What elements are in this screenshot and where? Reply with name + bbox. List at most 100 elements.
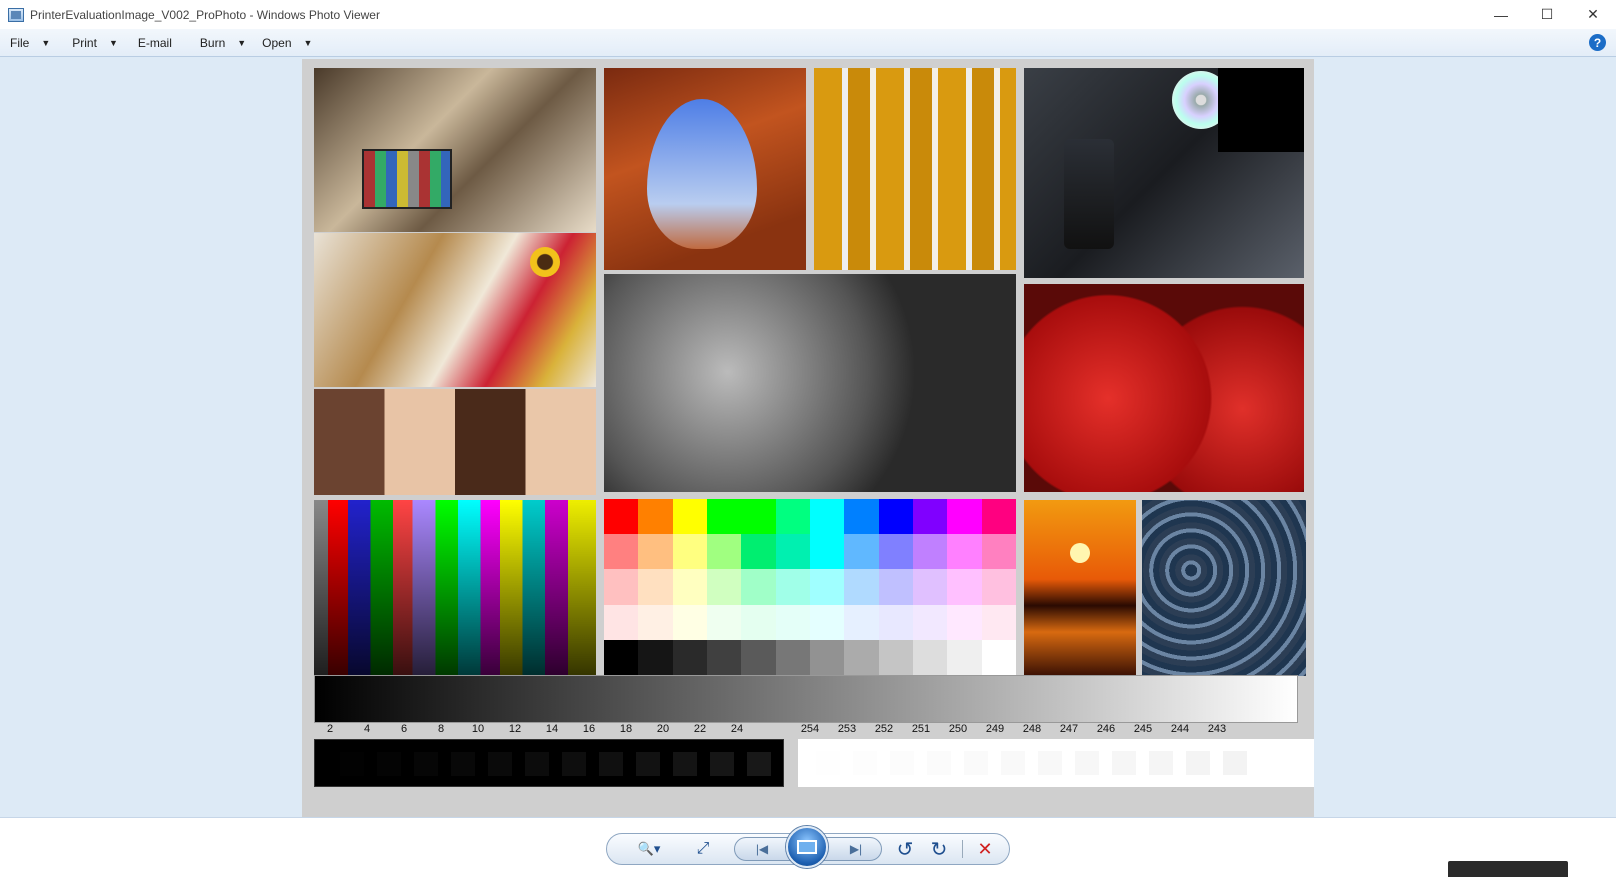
- black-patch: [1218, 68, 1304, 152]
- color-patch: [775, 604, 810, 640]
- step-label: 247: [1059, 723, 1079, 735]
- slideshow-button[interactable]: [786, 826, 828, 868]
- window-controls: — ☐ ✕: [1478, 0, 1616, 29]
- menu-bar: File ▼ Print ▼ E-mail Burn ▼ Open ▼ ?: [0, 29, 1616, 57]
- color-patch: [672, 499, 707, 535]
- color-patch: [981, 569, 1016, 605]
- title-bar: PrinterEvaluationImage_V002_ProPhoto - W…: [0, 0, 1616, 29]
- close-button[interactable]: ✕: [1570, 0, 1616, 29]
- magnifier-icon: 🔍▾: [637, 841, 661, 856]
- rotate-clockwise-button[interactable]: ↻: [926, 838, 952, 861]
- step-patch: [451, 752, 475, 776]
- step-label: 8: [437, 723, 445, 735]
- step-label: 248: [1022, 723, 1042, 735]
- color-patch: [878, 639, 913, 676]
- color-bars-chart: [314, 500, 596, 680]
- help-icon[interactable]: ?: [1589, 34, 1606, 51]
- delete-button[interactable]: ✕: [972, 838, 998, 860]
- menu-file-label: File: [10, 35, 30, 50]
- color-patch: [741, 534, 776, 570]
- minimize-icon: —: [1494, 6, 1508, 23]
- color-patch: [947, 499, 982, 535]
- color-patch: [775, 639, 810, 676]
- step-patch: [636, 752, 660, 776]
- next-button[interactable]: ▶|: [836, 838, 876, 860]
- step-patch: [890, 751, 914, 775]
- step-patch: [525, 752, 549, 776]
- menu-email[interactable]: E-mail: [126, 29, 180, 57]
- color-patch: [775, 569, 810, 605]
- step-label: 245: [1133, 723, 1153, 735]
- step-patch: [1223, 751, 1247, 775]
- color-patch: [706, 499, 742, 535]
- color-patch: [672, 639, 707, 676]
- zoom-button[interactable]: 🔍▾: [632, 838, 666, 860]
- aspen-forest-photo: [814, 68, 1016, 270]
- step-patch: [1149, 751, 1173, 775]
- color-patch: [638, 604, 673, 640]
- maximize-button[interactable]: ☐: [1524, 0, 1570, 29]
- step-patch: [1038, 751, 1062, 775]
- color-patch: [947, 534, 982, 570]
- rotate-left-icon: ↺: [896, 838, 914, 861]
- color-patch: [981, 499, 1016, 535]
- color-patch: [672, 604, 707, 640]
- color-patch: [638, 499, 673, 535]
- delete-icon: ✕: [977, 838, 993, 859]
- step-patch: [377, 752, 401, 776]
- step-patch: [853, 751, 877, 775]
- step-patch: [1112, 751, 1136, 775]
- minimize-button[interactable]: —: [1478, 0, 1524, 29]
- chevron-down-icon: ▼: [41, 37, 51, 48]
- portraits-photo: [314, 389, 596, 495]
- rotate-counterclockwise-button[interactable]: ↺: [892, 838, 918, 861]
- color-patch: [912, 499, 948, 535]
- rotate-right-icon: ↻: [930, 838, 948, 861]
- color-patch: [878, 534, 913, 570]
- toolbar-separator: [962, 840, 963, 858]
- step-patch: [599, 752, 623, 776]
- menu-print[interactable]: Print ▼: [58, 29, 126, 57]
- sunflower-icon: [530, 247, 560, 277]
- menu-burn[interactable]: Burn ▼: [180, 29, 254, 57]
- patch-row: [604, 499, 1016, 535]
- step-patch: [747, 752, 771, 776]
- gray-gradient-bar: [314, 675, 1298, 723]
- step-patch: [488, 752, 512, 776]
- next-icon: ▶|: [849, 842, 863, 856]
- step-label: 14: [545, 723, 559, 735]
- step-label: 2: [326, 723, 334, 735]
- step-patch: [964, 751, 988, 775]
- sunset-photo: [1024, 500, 1136, 676]
- step-label: 24: [730, 723, 744, 735]
- photo-viewer-icon: [8, 7, 24, 22]
- color-patch: [604, 639, 639, 676]
- color-patch: [981, 604, 1016, 640]
- color-patch: [981, 639, 1016, 676]
- bottom-toolbar: 🔍▾ ⤢ |◀ ▶| ↺ ↻ ✕: [0, 817, 1616, 877]
- patch-row: [604, 604, 1016, 640]
- color-patch: [638, 569, 673, 605]
- step-label: 20: [656, 723, 670, 735]
- color-patch: [672, 569, 707, 605]
- light-steps-strip: [798, 739, 1314, 787]
- step-label: 250: [948, 723, 968, 735]
- menu-open[interactable]: Open ▼: [254, 29, 320, 57]
- color-checker-photo: [362, 149, 452, 209]
- menu-file[interactable]: File ▼: [0, 29, 58, 57]
- patch-rows: [604, 499, 1016, 676]
- color-patch: [775, 534, 810, 570]
- color-patch: [741, 499, 776, 535]
- color-patch: [844, 534, 879, 570]
- actual-size-button[interactable]: ⤢: [690, 838, 716, 860]
- color-patch: [878, 569, 913, 605]
- step-label: 22: [693, 723, 707, 735]
- chevron-down-icon: ▼: [303, 37, 313, 48]
- dark-step-patches: [340, 752, 771, 776]
- color-patch: [809, 639, 845, 676]
- step-label: 6: [400, 723, 408, 735]
- color-patch: [706, 569, 742, 605]
- color-patch: [981, 534, 1016, 570]
- patch-row: [604, 569, 1016, 605]
- previous-button[interactable]: |◀: [742, 838, 782, 860]
